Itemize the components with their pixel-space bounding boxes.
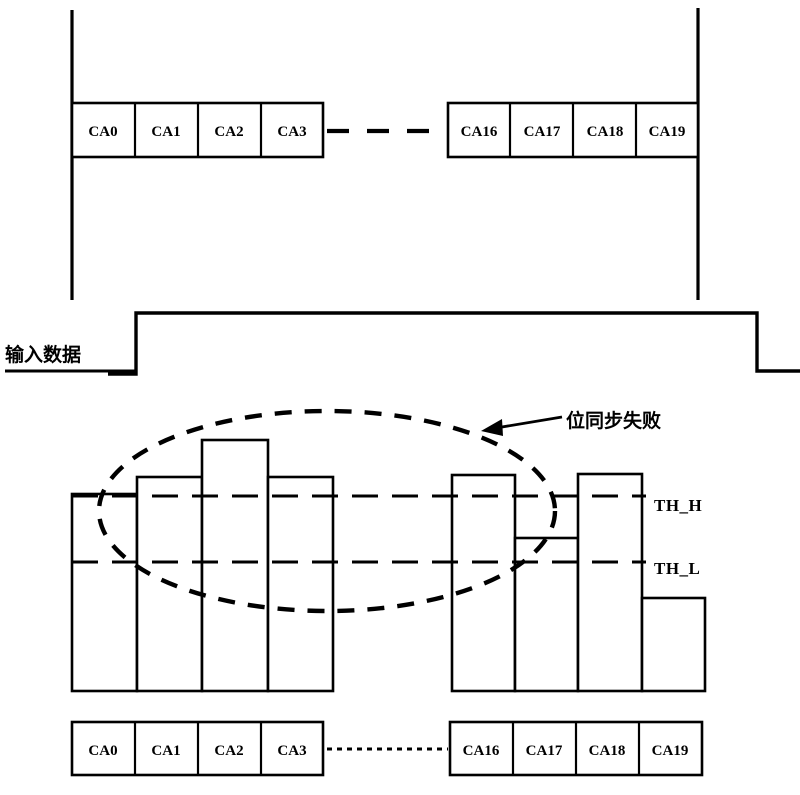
threshold-low-label: TH_L xyxy=(654,559,700,578)
bar-ca2 xyxy=(200,438,270,693)
cell-label-ca16: CA16 xyxy=(461,124,498,140)
input-data-waveform xyxy=(108,311,800,376)
cell-label-ca2: CA2 xyxy=(214,743,243,759)
bar-ca0 xyxy=(70,492,139,693)
cell-label-ca19: CA19 xyxy=(652,743,689,759)
cell-label-ca2: CA2 xyxy=(214,124,243,140)
top-row-right-group: CA16 CA17 CA18 CA19 xyxy=(446,101,700,159)
cell-label-ca18: CA18 xyxy=(587,124,624,140)
cell-label-ca1: CA1 xyxy=(151,124,180,140)
bit-sync-failure-label: 位同步失败 xyxy=(566,409,661,432)
bottom-row-left-group: CA0 CA1 CA2 CA3 xyxy=(70,720,325,777)
bar-ca18 xyxy=(576,472,644,693)
bar-ca16 xyxy=(450,473,517,693)
cell-label-ca1: CA1 xyxy=(151,743,180,759)
patent-figure: CA0 CA1 CA2 CA3 CA16 CA17 CA18 CA19 输入数据… xyxy=(0,0,800,795)
threshold-high-label: TH_H xyxy=(654,496,702,515)
cell-label-ca17: CA17 xyxy=(526,743,563,759)
input-data-label: 输入数据 xyxy=(5,343,81,366)
cell-label-ca0: CA0 xyxy=(88,743,117,759)
bar-ca19 xyxy=(640,596,707,693)
cell-label-ca19: CA19 xyxy=(649,124,686,140)
cell-label-ca0: CA0 xyxy=(88,124,117,140)
cell-label-ca3: CA3 xyxy=(277,124,306,140)
annotation-arrow-line xyxy=(495,415,563,430)
bar-ca3 xyxy=(266,475,335,693)
cell-label-ca18: CA18 xyxy=(589,743,626,759)
figure-canvas: CA0 CA1 CA2 CA3 CA16 CA17 CA18 CA19 输入数据… xyxy=(5,8,800,777)
cell-label-ca16: CA16 xyxy=(463,743,500,759)
annotation-arrow-head xyxy=(481,419,503,436)
cell-label-ca17: CA17 xyxy=(524,124,561,140)
bottom-row-right-group: CA16 CA17 CA18 CA19 xyxy=(448,720,704,777)
top-row-left-group: CA0 CA1 CA2 CA3 xyxy=(70,101,325,159)
cell-label-ca3: CA3 xyxy=(277,743,306,759)
